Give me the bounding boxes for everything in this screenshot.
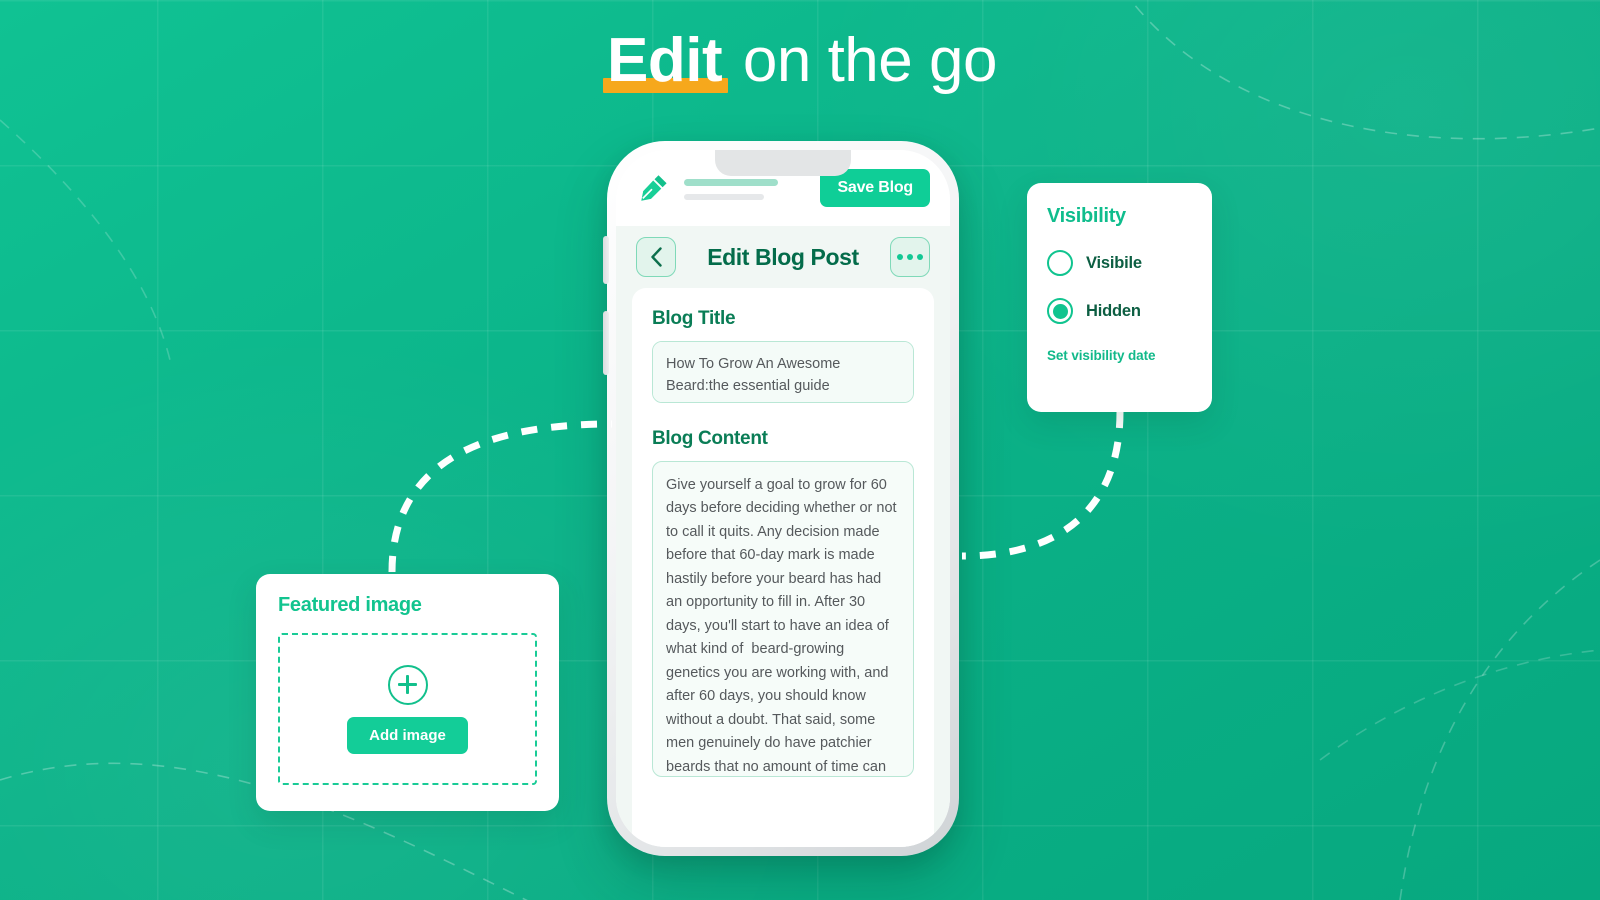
header-bar-secondary (684, 193, 764, 200)
set-visibility-date-link[interactable]: Set visibility date (1047, 348, 1192, 363)
blog-content-input[interactable] (652, 461, 914, 777)
more-options-button[interactable] (890, 237, 930, 277)
page-title: Edit on the go (0, 26, 1600, 95)
featured-image-card: Featured image Add image (256, 574, 559, 811)
blog-content-label: Blog Content (652, 428, 768, 449)
visibility-option-hidden-label: Hidden (1086, 301, 1141, 320)
blog-title-label: Blog Title (652, 308, 736, 329)
phone-volume-button[interactable] (603, 311, 609, 375)
ellipsis-icon (897, 254, 923, 260)
visibility-option-visible[interactable]: Visibile (1047, 250, 1192, 276)
phone-notch (715, 150, 851, 176)
chevron-left-icon (650, 247, 662, 267)
page-title-emphasis-text: Edit (607, 26, 723, 95)
back-button[interactable] (636, 237, 676, 277)
plus-circle-icon[interactable] (387, 664, 428, 705)
phone-mute-button[interactable] (603, 236, 609, 284)
page-title-rest: on the go (726, 26, 998, 95)
nav-title: Edit Blog Post (707, 243, 859, 270)
phone-mockup: Save Blog Edit Blog Post Blog Title How … (603, 141, 959, 856)
radio-unselected-icon (1047, 250, 1073, 276)
app-navigation-bar: Edit Blog Post (616, 226, 950, 288)
pen-nib-icon (641, 175, 667, 201)
visibility-option-hidden[interactable]: Hidden (1047, 298, 1192, 324)
radio-selected-icon (1047, 298, 1073, 324)
visibility-card-title: Visibility (1047, 205, 1126, 227)
header-bar-primary (684, 178, 778, 186)
phone-bezel: Save Blog Edit Blog Post Blog Title How … (603, 141, 959, 856)
blog-title-input[interactable] (652, 341, 914, 403)
visibility-card: Visibility Visibile Hidden Set visibilit… (1027, 183, 1212, 412)
visibility-option-visible-label: Visibile (1086, 253, 1142, 272)
page-title-emphasis: Edit (603, 26, 729, 95)
image-dropzone[interactable]: Add image (278, 633, 537, 785)
header-placeholder-bars (684, 177, 806, 200)
add-image-button[interactable]: Add image (347, 716, 468, 754)
app-content-area: Blog Title Blog Content (616, 288, 950, 847)
featured-image-card-title: Featured image (278, 594, 422, 616)
blog-editor-card: Blog Title Blog Content (632, 288, 934, 847)
phone-screen: Save Blog Edit Blog Post Blog Title How … (616, 150, 950, 847)
